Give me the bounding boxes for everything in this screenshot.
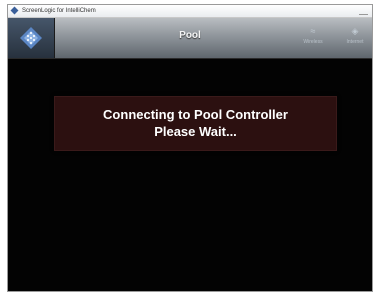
- connecting-message: Connecting to Pool Controller: [103, 107, 288, 122]
- wireless-button[interactable]: ≈ Wireless: [294, 24, 332, 54]
- minimize-button[interactable]: [359, 8, 368, 15]
- please-wait-message: Please Wait...: [154, 124, 237, 139]
- app-window: ScreenLogic for IntelliChem Pool ≈ Wirel…: [7, 4, 373, 292]
- app-icon: [10, 6, 19, 15]
- logo-button[interactable]: [8, 18, 55, 58]
- internet-label: Internet: [346, 39, 364, 45]
- wireless-icon: ≈: [310, 26, 316, 36]
- wireless-label: Wireless: [303, 39, 323, 45]
- main-content: [8, 59, 372, 291]
- app-header: Pool ≈ Wireless ◈ Internet: [8, 18, 372, 59]
- connecting-dialog: Connecting to Pool Controller Please Wai…: [54, 96, 337, 151]
- internet-icon: ◈: [351, 26, 359, 36]
- page-title: Pool: [179, 30, 201, 41]
- window-titlebar[interactable]: ScreenLogic for IntelliChem: [8, 5, 372, 18]
- window-title: ScreenLogic for IntelliChem: [22, 8, 96, 14]
- pentair-diamond-logo-icon: [20, 27, 42, 49]
- internet-button[interactable]: ◈ Internet: [336, 24, 372, 54]
